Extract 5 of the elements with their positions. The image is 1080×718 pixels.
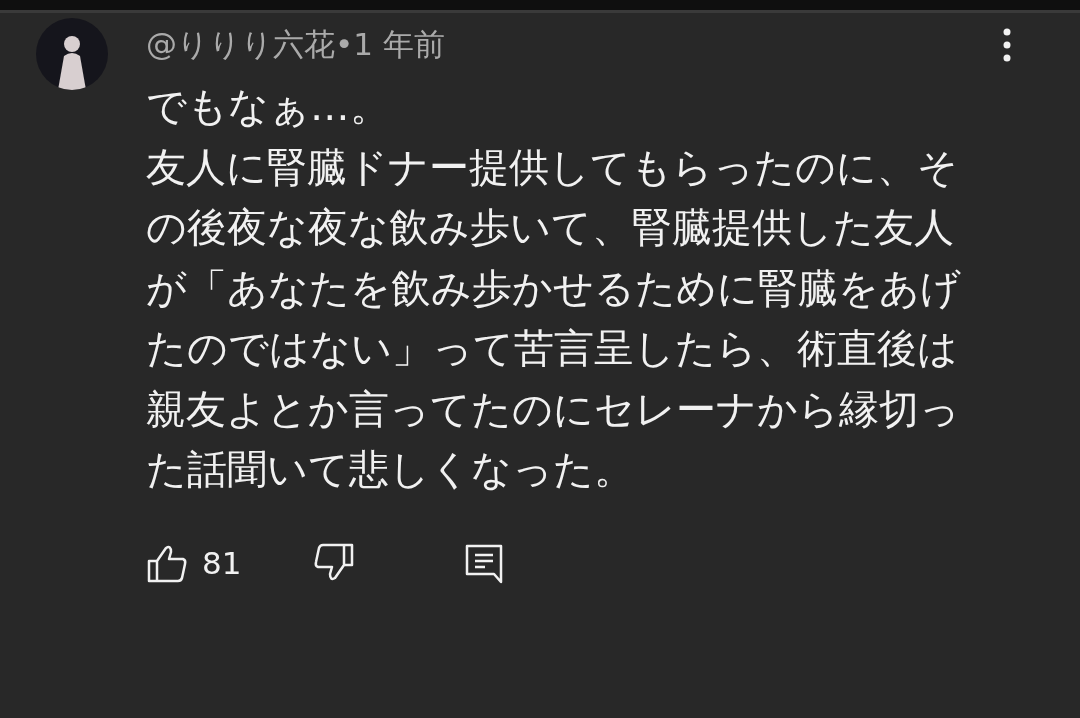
comment-text: でもなぁ…。 bbox=[146, 82, 391, 131]
like-count: 81 bbox=[202, 544, 242, 581]
more-options-icon[interactable] bbox=[1001, 27, 1013, 63]
comment-text: 友人に腎臓ドナー提供してもらったのに、その後夜な夜な飲み歩いて、腎臓提供した友人が「あなたを飲み歩かせるために腎臓をあげたのではない」って苦言呈したら、術直後は親友よとか言ってたのにセレーナから縁切った話聞いて悲しくなった。 bbox=[146, 142, 962, 494]
comment-author-and-time: @りりり六花•1 年前 bbox=[146, 25, 446, 64]
